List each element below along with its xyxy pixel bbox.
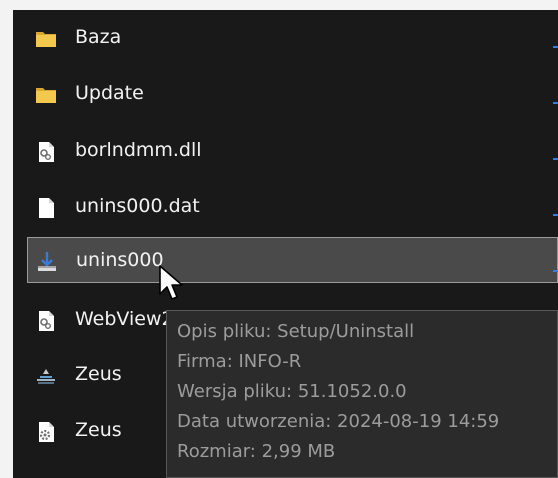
- file-name: Baza: [75, 26, 122, 48]
- file-name: borlndmm.dll: [75, 139, 202, 161]
- folder-icon: [36, 32, 56, 47]
- tooltip-created: Data utworzenia: 2024-08-19 14:59: [177, 411, 500, 432]
- file-name: unins000.dat: [75, 195, 200, 217]
- file-name: unins000: [76, 249, 164, 271]
- dll-file-icon: [39, 142, 54, 162]
- tooltip-size: Rozmiar: 2,99 MB: [177, 441, 336, 462]
- edge-indicator: [553, 102, 558, 104]
- file-row-unins000-selected[interactable]: unins000: [27, 237, 558, 283]
- file-name: Update: [75, 82, 144, 104]
- tooltip-version: Wersja pliku: 51.1052.0.0: [177, 381, 407, 402]
- dll-file-icon: [39, 311, 54, 331]
- file-name: Zeus: [75, 419, 122, 441]
- edge-indicator: [553, 46, 558, 48]
- tooltip-description: Opis pliku: Setup/Uninstall: [177, 321, 415, 342]
- file-info-tooltip: Opis pliku: Setup/Uninstall Firma: INFO-…: [166, 310, 558, 478]
- edge-indicator: [553, 214, 558, 216]
- installer-icon: [38, 252, 56, 271]
- tooltip-company: Firma: INFO-R: [177, 351, 302, 372]
- edge-indicator: [553, 270, 558, 272]
- edge-indicator: [553, 158, 558, 160]
- file-row-baza[interactable]: Baza: [27, 15, 558, 61]
- mouse-cursor-icon: [159, 265, 183, 300]
- zeus-app-icon: [37, 369, 55, 384]
- folder-icon: [36, 88, 56, 103]
- file-row-borlndmm[interactable]: borlndmm.dll: [27, 128, 558, 174]
- blank-file-icon: [39, 198, 54, 218]
- file-name: Zeus: [75, 363, 122, 385]
- settings-file-icon: [39, 422, 54, 442]
- file-row-update[interactable]: Update: [27, 71, 558, 117]
- file-row-unins000-dat[interactable]: unins000.dat: [27, 184, 558, 230]
